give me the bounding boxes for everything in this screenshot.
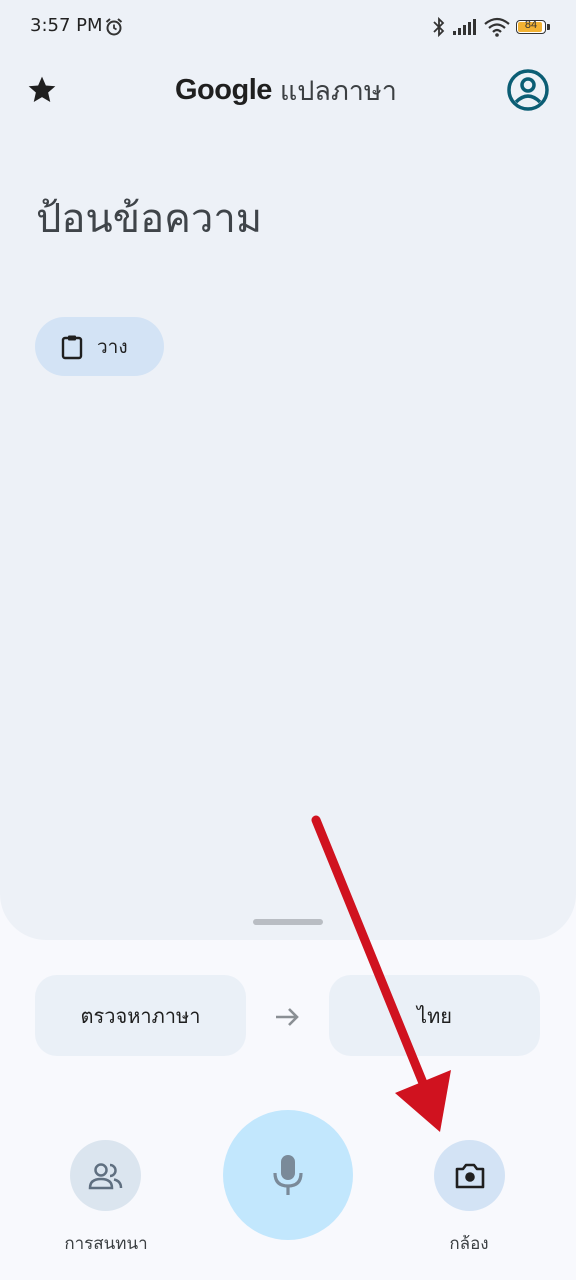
text-input[interactable]: ป้อนข้อความ (36, 186, 262, 250)
mic-icon (273, 1155, 303, 1195)
conversation-label: การสนทนา (64, 1234, 148, 1254)
signal-icon (453, 19, 476, 35)
clipboard-icon (61, 335, 83, 359)
paste-button[interactable]: วาง (35, 317, 164, 376)
people-icon (88, 1162, 122, 1189)
status-icons: 84 (432, 16, 550, 38)
app-title-text: แปลภาษา (279, 75, 397, 107)
arrow-right-icon[interactable] (272, 1002, 302, 1032)
alarm-icon (105, 18, 123, 36)
input-panel[interactable]: 3:57 PM 84 Google แปลภาษา ป้อนข้อความ วา… (0, 0, 576, 940)
bluetooth-icon (433, 16, 445, 38)
target-language-button[interactable]: ไทย (329, 975, 540, 1056)
camera-button[interactable] (434, 1140, 505, 1211)
paste-label: วาง (97, 335, 128, 358)
saved-button[interactable] (22, 70, 62, 110)
mic-button[interactable] (223, 1110, 353, 1240)
app-title: Google แปลภาษา (175, 70, 397, 110)
star-icon (28, 76, 56, 102)
camera-label: กล้อง (449, 1234, 489, 1254)
source-language-button[interactable]: ตรวจหาภาษา (35, 975, 246, 1056)
account-icon (507, 69, 549, 111)
status-bar: 3:57 PM 84 (0, 0, 576, 56)
battery-icon: 84 (516, 19, 550, 34)
account-button[interactable] (506, 68, 550, 112)
drag-handle[interactable] (253, 919, 323, 925)
battery-level: 84 (524, 19, 538, 31)
wifi-icon (484, 17, 510, 37)
camera-icon (455, 1163, 484, 1188)
status-time: 3:57 PM (30, 15, 103, 36)
brand-logo: Google (175, 73, 272, 106)
conversation-button[interactable] (70, 1140, 141, 1211)
